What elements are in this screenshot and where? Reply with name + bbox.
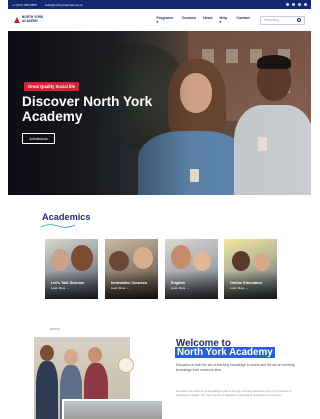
admissions-button[interactable]: Admissions	[22, 133, 55, 144]
academic-card[interactable]: Let's Talk Science Learn More →	[45, 239, 98, 299]
hero-title: Discover North York Academy	[22, 94, 153, 125]
email-text[interactable]: hello@northyorkacademy.ca	[45, 3, 83, 7]
welcome-heading-highlight: North York Academy	[175, 347, 275, 358]
search-placeholder: Searching	[263, 18, 280, 22]
logo-text: NORTH YORK ACADEMY	[21, 15, 44, 23]
card-title: Let's Talk Science	[51, 280, 85, 285]
academics-underline	[40, 224, 76, 228]
search-input[interactable]: Searching	[259, 15, 305, 25]
academic-card[interactable]: Online Education Learn More →	[224, 239, 277, 299]
nav-item-programs[interactable]: Programs ▾	[156, 16, 174, 24]
nav-item-help[interactable]: Help ▾	[219, 16, 229, 24]
nav-item-courses[interactable]: Courses	[182, 16, 196, 24]
card-title: Innovative Courses	[111, 280, 147, 285]
section-divider	[50, 328, 60, 330]
logo-mark-icon	[14, 17, 20, 23]
nav-item-news[interactable]: News	[203, 16, 212, 24]
phone-text[interactable]: +1 (647) 555-5555	[12, 3, 37, 7]
search-icon[interactable]	[297, 18, 301, 22]
academic-card[interactable]: English Learn More →	[165, 239, 218, 299]
academics-title: Academics	[42, 212, 91, 222]
nav-item-contact[interactable]: Contact	[236, 16, 249, 24]
academic-card[interactable]: Innovative Courses Learn More →	[105, 239, 158, 299]
linkedin-icon[interactable]	[304, 3, 307, 6]
site-header: NORTH YORK ACADEMY Programs ▾ Courses Ne…	[8, 9, 311, 31]
learn-more-link[interactable]: Learn More →	[230, 286, 248, 290]
welcome-intro: Education is both the act of teaching kn…	[176, 363, 295, 372]
welcome-photos	[32, 337, 164, 419]
main-nav: Programs ▾ Courses News Help ▾ Contact	[156, 16, 249, 24]
card-title: Online Education	[230, 280, 262, 285]
academics-cards: Let's Talk Science Learn More → Innovati…	[45, 239, 277, 299]
hero-tag: Great Quality Social life	[24, 82, 80, 91]
campus-photo	[62, 399, 164, 419]
twitter-icon[interactable]	[292, 3, 295, 6]
hero-banner: Great Quality Social life Discover North…	[8, 31, 311, 195]
facebook-icon[interactable]	[286, 3, 289, 6]
learn-more-link[interactable]: Learn More →	[51, 286, 69, 290]
card-title: English	[171, 280, 186, 285]
instagram-icon[interactable]	[298, 3, 301, 6]
learn-more-link[interactable]: Learn More →	[111, 286, 129, 290]
learn-more-link[interactable]: Learn More →	[171, 286, 189, 290]
academy-seal-icon	[118, 357, 134, 373]
social-links	[286, 3, 307, 6]
top-contact-bar: +1 (647) 555-5555 hello@northyorkacademy…	[8, 0, 311, 9]
site-logo[interactable]: NORTH YORK ACADEMY	[14, 16, 59, 23]
welcome-paragraph: Education also refers to the knowledge r…	[176, 390, 292, 397]
